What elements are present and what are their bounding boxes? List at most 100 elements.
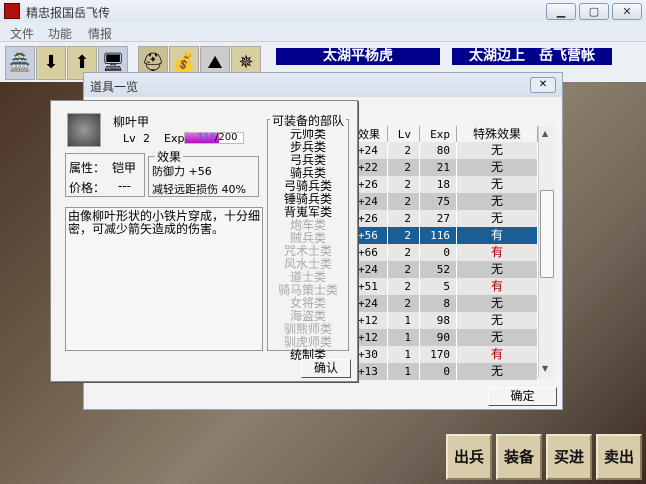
table-row[interactable]: +56 2 116 有 (352, 227, 538, 244)
table-row[interactable]: +24 2 8 无 (352, 295, 538, 312)
exp-cell: 75 (420, 193, 457, 210)
exp-label: Exp (164, 132, 185, 145)
menu-function[interactable]: 功能 (48, 25, 72, 42)
table-row[interactable]: +12 1 98 无 (352, 312, 538, 329)
lv-cell: Lv (388, 126, 420, 143)
maximize-button[interactable]: ▢ (579, 3, 609, 20)
special-cell: 无 (457, 295, 538, 312)
exp-cell: 98 (420, 312, 457, 329)
table-row[interactable]: +12 1 90 无 (352, 329, 538, 346)
lv-cell: 2 (388, 261, 420, 278)
window-title-bar: 道具一览 ✕ (84, 73, 562, 97)
exp-cell: 80 (420, 142, 457, 159)
lv-cell: 2 (388, 278, 420, 295)
scenario-banner: 太湖平杨虎 (276, 48, 440, 65)
special-cell: 无 (457, 176, 538, 193)
window-close-button[interactable]: ✕ (530, 77, 556, 93)
table-row[interactable]: +30 1 170 有 (352, 346, 538, 363)
special-cell: 无 (457, 210, 538, 227)
exp-cell: 170 (420, 346, 457, 363)
confirm-button[interactable]: 确认 (301, 359, 351, 378)
special-cell: 无 (457, 261, 538, 278)
price-label: 价格： (69, 181, 106, 195)
table-row[interactable]: +22 2 21 无 (352, 159, 538, 176)
table-row[interactable]: +66 2 0 有 (352, 244, 538, 261)
item-name: 柳叶甲 (113, 115, 150, 129)
lv-cell: 2 (388, 295, 420, 312)
sell-button[interactable]: 卖出 (596, 434, 642, 480)
buy-button[interactable]: 买进 (546, 434, 592, 480)
special-cell: 有 (457, 278, 538, 295)
special-cell: 无 (457, 329, 538, 346)
attr-label: 属性： (69, 161, 106, 175)
menu-file[interactable]: 文件 (10, 25, 34, 42)
table-header: 效果 Lv Exp 特殊效果 (352, 126, 538, 143)
menu-intel[interactable]: 情报 (88, 25, 112, 42)
lv-cell: 2 (388, 176, 420, 193)
special-cell: 无 (457, 193, 538, 210)
exp-cell: 116 (420, 227, 457, 244)
window-title: 道具一览 (90, 80, 139, 94)
table-row[interactable]: +13 1 0 无 (352, 363, 538, 380)
table-row[interactable]: +24 2 80 无 (352, 142, 538, 159)
effect-defense: 防御力 +56 (152, 165, 212, 178)
table-row[interactable]: +24 2 52 无 (352, 261, 538, 278)
location-banner: 太湖边上 岳飞营帐 (452, 48, 612, 65)
lv-cell: 1 (388, 363, 420, 380)
price-value: --- (118, 179, 131, 193)
attribute-box: 属性： 铠甲 价格： --- (65, 153, 145, 197)
exp-cell: Exp (420, 126, 457, 143)
special-cell: 无 (457, 312, 538, 329)
special-cell: 有 (457, 227, 538, 244)
lv-cell: 2 (388, 244, 420, 261)
table-row[interactable]: +24 2 75 无 (352, 193, 538, 210)
lv-cell: 1 (388, 346, 420, 363)
castle-icon[interactable]: 🏯 (5, 46, 35, 80)
exp-cell: 52 (420, 261, 457, 278)
exp-cell: 5 (420, 278, 457, 295)
exp-value: 116 (197, 132, 217, 143)
effect-ranged: 减轻远距损伤 40% (152, 183, 246, 196)
equip-button[interactable]: 装备 (496, 434, 542, 480)
scroll-down-icon[interactable]: ▼ (542, 364, 548, 373)
close-button[interactable]: ✕ (612, 3, 642, 20)
exp-cell: 27 (420, 210, 457, 227)
table-row[interactable]: +51 2 5 有 (352, 278, 538, 295)
lv-cell: 1 (388, 329, 420, 346)
special-cell: 特殊效果 (457, 126, 538, 143)
equippable-units-box: 可装备的部队 元帅类 步兵类 弓兵类 骑兵类 弓骑兵类 锤骑兵类 背嵬军类 炮车类 贼兵类 咒术士… (267, 112, 349, 362)
menu-bar: 文件 功能 情报 (0, 22, 646, 42)
lv-cell: 1 (388, 312, 420, 329)
special-cell: 有 (457, 244, 538, 261)
special-cell: 有 (457, 346, 538, 363)
table-row[interactable]: +26 2 27 无 (352, 210, 538, 227)
level-value: 2 (143, 132, 150, 145)
special-cell: 无 (457, 363, 538, 380)
exp-cell: 8 (420, 295, 457, 312)
scroll-thumb[interactable] (540, 190, 554, 278)
app-icon (4, 3, 20, 19)
vertical-scrollbar[interactable]: ▲ ▼ (538, 126, 555, 378)
lv-cell: 2 (388, 193, 420, 210)
exp-max: /200 (215, 132, 238, 143)
units-legend: 可装备的部队 (270, 112, 347, 129)
exp-bar: 116 /200 (184, 132, 244, 144)
ok-button[interactable]: 确定 (488, 387, 557, 406)
armor-icon (67, 113, 101, 147)
app-title: 精忠报国岳飞传 (26, 6, 111, 20)
level-label: Lv (123, 132, 136, 145)
lv-cell: 2 (388, 159, 420, 176)
scroll-up-icon[interactable]: ▲ (542, 129, 548, 138)
exp-cell: 0 (420, 363, 457, 380)
exp-cell: 0 (420, 244, 457, 261)
units-list: 元帅类 步兵类 弓兵类 骑兵类 弓骑兵类 锤骑兵类 背嵬军类 炮车类 贼兵类 咒术士类 风水士类 道士… (268, 128, 348, 362)
attr-value: 铠甲 (112, 161, 137, 175)
deploy-button[interactable]: 出兵 (446, 434, 492, 480)
item-description: 由像柳叶形状的小铁片穿成，十分细密，可减少箭矢造成的伤害。 (65, 207, 263, 351)
minimize-button[interactable]: ▁ (546, 3, 576, 20)
exp-cell: 90 (420, 329, 457, 346)
exp-cell: 21 (420, 159, 457, 176)
lv-cell: 2 (388, 227, 420, 244)
load-icon[interactable]: ⬇ (36, 46, 66, 80)
table-row[interactable]: +26 2 18 无 (352, 176, 538, 193)
